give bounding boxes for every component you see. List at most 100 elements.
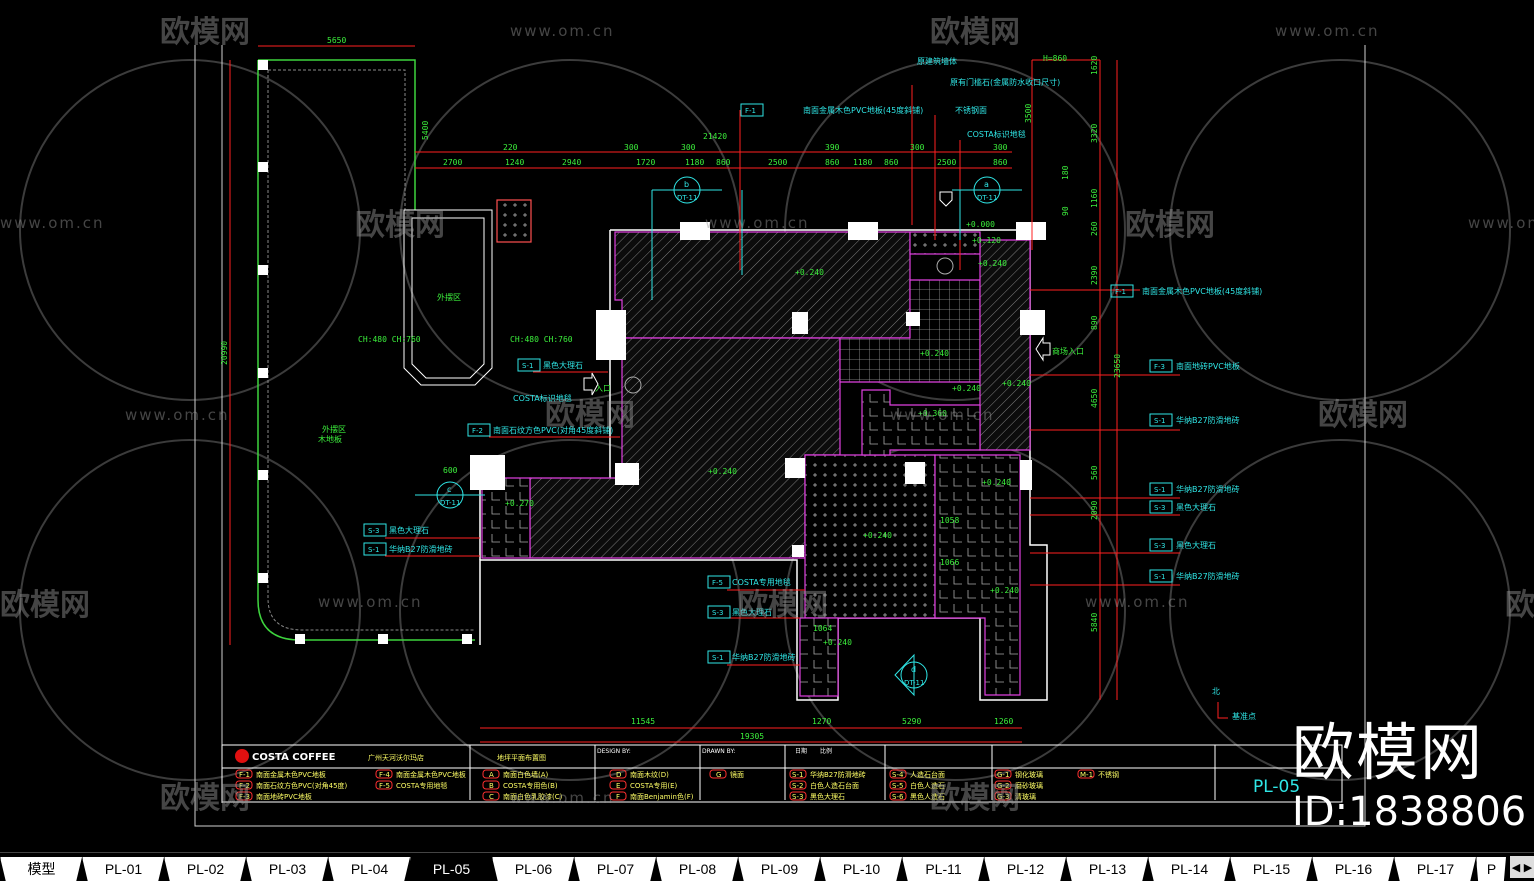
drawing-text: 19305 [740, 732, 764, 741]
drawing-text: 不锈钢面 [955, 105, 987, 115]
drawing-text: +0.240 [978, 259, 1007, 268]
drawing-text: S-6 [892, 793, 904, 801]
drawing-text: S-3 [1154, 542, 1165, 550]
drawing-text: 黑色大理石 [543, 360, 583, 370]
drawing-text: 1066 [940, 558, 959, 567]
tab-pl-13[interactable]: PL-13 [1066, 857, 1148, 881]
drawing-text: 390 [825, 143, 840, 152]
drawing-text: DT-11 [977, 194, 997, 202]
drawing-text: www.om.cn [125, 406, 230, 424]
tab-pl-11[interactable]: PL-11 [902, 857, 984, 881]
drawing-text: www.om.cn [1085, 593, 1190, 611]
drawing-text: F-1 [745, 107, 756, 115]
drawing-text: S-2 [792, 782, 803, 790]
drawing-text: COSTA标识地毯 [967, 129, 1026, 139]
drawing-text: 300 [681, 143, 696, 152]
tab-pl-17[interactable]: PL-17 [1394, 857, 1476, 881]
drawing-text: 2500 [768, 158, 787, 167]
drawing-text: DT-11 [440, 499, 460, 507]
tab-pl-15[interactable]: PL-15 [1230, 857, 1312, 881]
drawing-text: +0.240 [920, 349, 949, 358]
slip-tile-zone-1 [934, 454, 1021, 696]
drawing-text: +0.120 [972, 236, 1001, 245]
drawing-text: 220 [503, 143, 518, 152]
tab-pl-16[interactable]: PL-16 [1312, 857, 1394, 881]
drawing-text: 欧模网 [545, 398, 635, 433]
drawing-text: +0.240 [1002, 379, 1031, 388]
drawing-text: M-1 [1080, 771, 1093, 779]
drawing-text: 商场入口 [1052, 346, 1084, 356]
drawing-text: S-1 [1154, 486, 1165, 494]
drawing-text: S-1 [368, 546, 379, 554]
tab-scroll-left-icon[interactable]: ◀ [1510, 856, 1522, 878]
tab-scroll-right-icon[interactable]: ▶ [1522, 856, 1534, 878]
drawing-text: www.om.cn [510, 22, 615, 40]
drawing-text: 欧模网 [930, 781, 1020, 816]
drawing-text: 南面石纹方色PVC(对角45度) [256, 781, 348, 790]
tab-pl-06[interactable]: PL-06 [492, 857, 574, 881]
dim-left-height: 20990 [220, 341, 229, 365]
drawing-text: 木地板 [318, 434, 342, 444]
drawing-text: b [684, 180, 689, 189]
drawing-text: c [447, 485, 451, 494]
drawing-text: a [984, 180, 989, 189]
drawing-text: 白色人造石台面 [810, 781, 859, 790]
drawing-text: 黑色大理石 [1176, 540, 1216, 550]
drawing-text: 南面白色墙(A) [503, 770, 549, 779]
entry-mat [909, 231, 981, 255]
drawing-text: 钢化玻璃 [1015, 770, 1043, 779]
drawing-text: S-3 [712, 609, 723, 617]
drawing-text: 南面木纹(D) [630, 770, 669, 779]
drawing-text: 原有门槛石(金属防水收口尺寸) [950, 77, 1060, 87]
drawing-text: 1240 [505, 158, 524, 167]
drawing-text: www.om.cn [510, 789, 615, 807]
drawing-text: S-1 [792, 771, 803, 779]
drawing-text: +0.270 [505, 499, 534, 508]
drawing-text: 日期 [795, 747, 807, 755]
tab-pl-04[interactable]: PL-04 [328, 857, 410, 881]
drawing-text: 南面地砖PVC地板 [1176, 361, 1240, 371]
drawing-text: 欧模网 [160, 15, 250, 50]
drawing-text: www.om.cn [890, 406, 995, 424]
drawing-text: +0.000 [966, 220, 995, 229]
drawing-text: +0.240 [952, 384, 981, 393]
dim-right-total: 23650 [1113, 354, 1122, 378]
watermark-id: ID:1838806 [1292, 789, 1527, 835]
drawing-text: www.om.cn [1468, 214, 1534, 232]
drawing-text: 华纳B27防滑地砖 [732, 652, 796, 662]
drawing-text: 华纳B27防滑地砖 [1176, 571, 1240, 581]
drawing-text: 黑色大理石 [1176, 502, 1216, 512]
drawing-text: 2700 [443, 158, 462, 167]
tab-pl-08[interactable]: PL-08 [656, 857, 738, 881]
tab-pl-12[interactable]: PL-12 [984, 857, 1066, 881]
drawing-text: 欧模网 [0, 588, 90, 623]
drawing-text: 1260 [994, 717, 1013, 726]
tab-pl-05[interactable]: PL-05 [410, 857, 492, 881]
tab-pl-02[interactable]: PL-02 [164, 857, 246, 881]
drawing-text: S-1 [1154, 573, 1165, 581]
drawing-text: 2090 [1090, 501, 1099, 520]
tab-partial[interactable]: P [1476, 857, 1506, 881]
drawing-text: 300 [624, 143, 639, 152]
drawing-text: 欧模网 [930, 15, 1020, 50]
drawing-text: C [489, 793, 494, 801]
drawing-text: 欧模网 [355, 208, 445, 243]
drawing-text: 1160 [1090, 189, 1099, 208]
drawing-text: 5290 [902, 717, 921, 726]
drawing-text: 黑色大理石 [810, 792, 845, 801]
tab-pl-07[interactable]: PL-07 [574, 857, 656, 881]
tab-model[interactable]: 模型 [0, 857, 82, 881]
brand-name: COSTA COFFEE [252, 752, 336, 763]
tab-pl-09[interactable]: PL-09 [738, 857, 820, 881]
tab-pl-01[interactable]: PL-01 [82, 857, 164, 881]
tab-pl-03[interactable]: PL-03 [246, 857, 328, 881]
drawing-text: 欧模网 [1318, 398, 1408, 433]
drawing-text: S-3 [368, 527, 379, 535]
drawing-text: S-1 [712, 654, 723, 662]
drawing-text: 欧模网 [160, 781, 250, 816]
drawing-text: 南面金属木色PVC地板(45度斜铺) [1142, 286, 1262, 296]
tab-pl-14[interactable]: PL-14 [1148, 857, 1230, 881]
drawing-text: DT-11 [904, 679, 924, 687]
drawing-text: 860 [993, 158, 1008, 167]
tab-pl-10[interactable]: PL-10 [820, 857, 902, 881]
